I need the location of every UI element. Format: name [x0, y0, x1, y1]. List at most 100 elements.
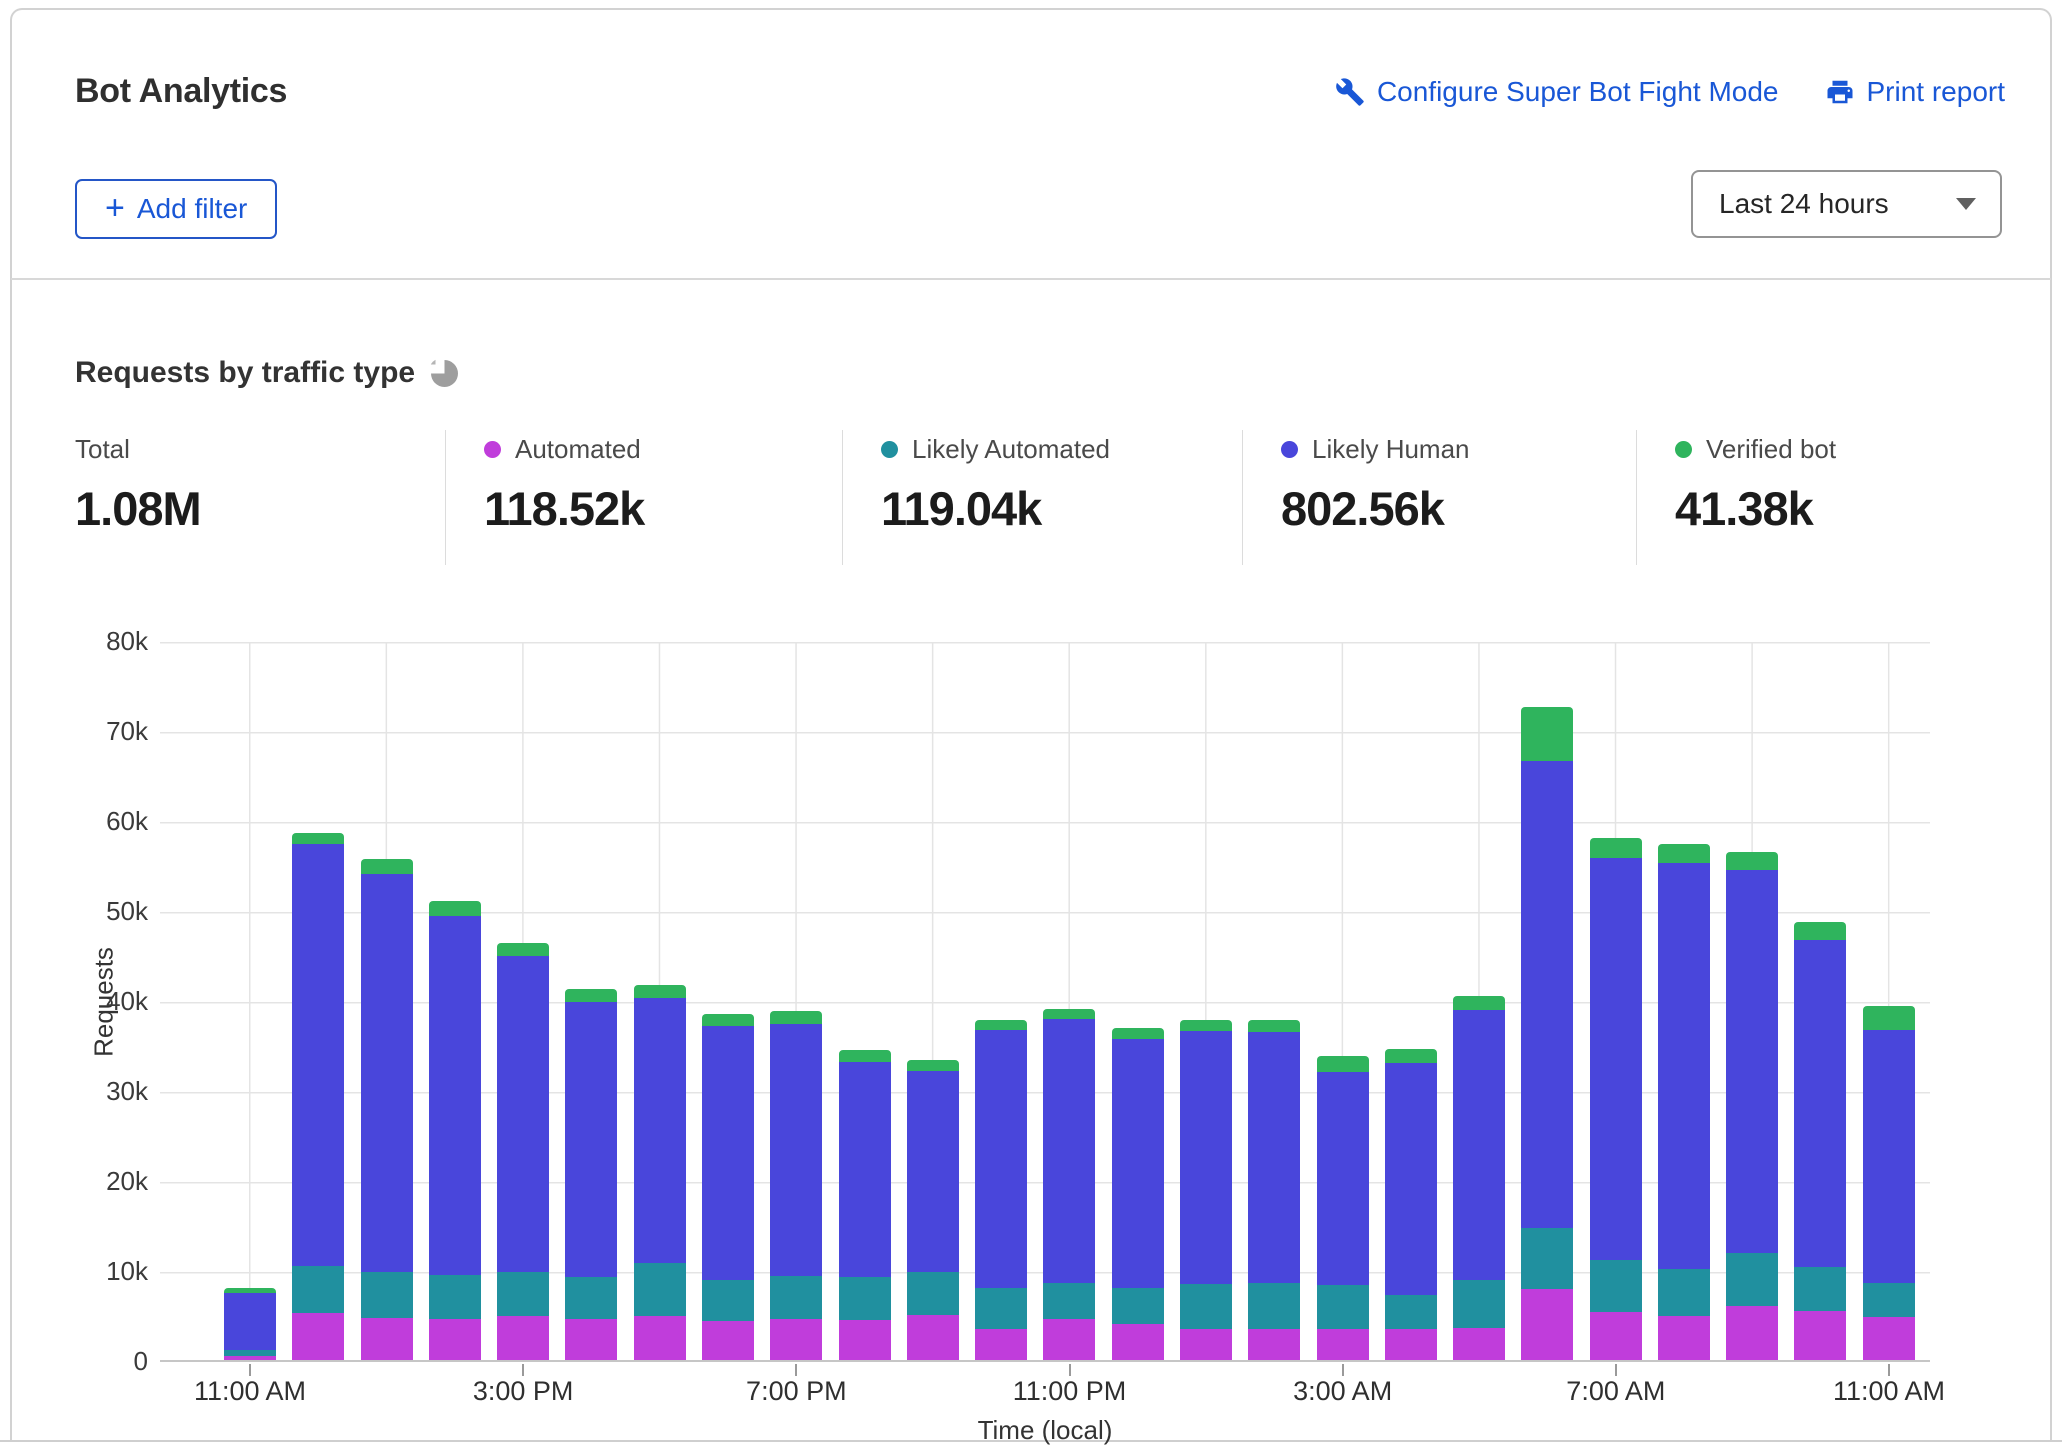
y-tick-label: 30k: [0, 1076, 148, 1107]
bar-segment-likely-automated: [1726, 1253, 1778, 1306]
bar-segment-likely-automated: [907, 1272, 959, 1315]
bar-series-container: [160, 642, 1930, 1360]
stat-likely-automated-value: 119.04k: [881, 481, 1222, 536]
section-title-row: Requests by traffic type: [75, 356, 458, 390]
time-range-dropdown[interactable]: Last 24 hours: [1691, 170, 2002, 238]
bar-segment-likely-human: [565, 1002, 617, 1277]
chart-plot-area: [160, 642, 1930, 1362]
bar-stack: [839, 642, 891, 1360]
bar-stack: [1112, 642, 1164, 1360]
bar-stack: [907, 642, 959, 1360]
stat-likely-automated-label: Likely Automated: [912, 434, 1110, 465]
bar-stack: [1521, 642, 1573, 1360]
bar-segment-verified-bot: [565, 989, 617, 1002]
bar-stack: [497, 642, 549, 1360]
bar-stack: [770, 642, 822, 1360]
bar-segment-likely-automated: [1658, 1269, 1710, 1316]
x-axis-title: Time (local): [978, 1415, 1113, 1446]
bar-segment-verified-bot: [1248, 1020, 1300, 1032]
x-tick-label: 3:00 PM: [473, 1376, 574, 1407]
likely-automated-legend-dot: [881, 441, 898, 458]
wrench-icon: [1335, 77, 1365, 107]
bar-segment-automated: [907, 1315, 959, 1360]
x-tick-label: 7:00 PM: [746, 1376, 847, 1407]
bar-stack: [702, 642, 754, 1360]
bar-segment-automated: [839, 1320, 891, 1361]
y-tick-label: 70k: [0, 716, 148, 747]
bar-segment-automated: [429, 1319, 481, 1360]
add-filter-button[interactable]: + Add filter: [75, 179, 277, 239]
bar-stack: [1248, 642, 1300, 1360]
bar-segment-verified-bot: [1453, 996, 1505, 1010]
x-axis-tick: [249, 1364, 251, 1376]
stat-automated: Automated 118.52k: [445, 430, 842, 565]
bar-segment-automated: [1043, 1319, 1095, 1360]
bar-segment-verified-bot: [429, 901, 481, 916]
likely-human-legend-dot: [1281, 441, 1298, 458]
stat-automated-label: Automated: [515, 434, 641, 465]
bot-analytics-page: Bot Analytics Configure Super Bot Fight …: [0, 0, 2062, 1450]
automated-legend-dot: [484, 441, 501, 458]
y-tick-label: 40k: [0, 986, 148, 1017]
bar-stack: [292, 642, 344, 1360]
bar-segment-likely-human: [702, 1026, 754, 1280]
configure-super-bot-fight-mode-link[interactable]: Configure Super Bot Fight Mode: [1335, 76, 1779, 108]
x-tick-label: 7:00 AM: [1566, 1376, 1665, 1407]
stat-automated-value: 118.52k: [484, 481, 822, 536]
bar-segment-verified-bot: [1794, 922, 1846, 940]
bar-segment-likely-human: [1794, 940, 1846, 1268]
time-range-value: Last 24 hours: [1719, 188, 1889, 220]
bar-segment-likely-human: [1726, 870, 1778, 1253]
bar-segment-likely-automated: [361, 1272, 413, 1318]
chevron-down-icon: [1956, 198, 1976, 210]
bar-segment-likely-automated: [565, 1277, 617, 1318]
bar-segment-likely-human: [839, 1062, 891, 1277]
bar-segment-automated: [1726, 1306, 1778, 1360]
bar-stack: [975, 642, 1027, 1360]
bar-segment-likely-automated: [1863, 1283, 1915, 1317]
stat-likely-human-label: Likely Human: [1312, 434, 1470, 465]
bar-stack: [1863, 642, 1915, 1360]
bar-segment-verified-bot: [361, 859, 413, 874]
bar-segment-verified-bot: [292, 833, 344, 845]
bar-segment-likely-automated: [1248, 1283, 1300, 1329]
bar-segment-automated: [1180, 1329, 1232, 1360]
bar-segment-verified-bot: [702, 1014, 754, 1027]
bar-stack: [634, 642, 686, 1360]
y-tick-label: 10k: [0, 1256, 148, 1287]
bar-segment-automated: [634, 1316, 686, 1360]
y-tick-label: 20k: [0, 1166, 148, 1197]
x-axis-tick: [1888, 1364, 1890, 1376]
print-link-label: Print report: [1867, 76, 2006, 108]
page-title: Bot Analytics: [75, 72, 287, 111]
bar-segment-likely-automated: [1180, 1284, 1232, 1329]
pie-chart-icon: [431, 360, 458, 387]
stat-verified-bot-value: 41.38k: [1675, 481, 1946, 536]
bar-stack: [1726, 642, 1778, 1360]
y-tick-label: 50k: [0, 896, 148, 927]
x-axis-tick: [795, 1364, 797, 1376]
header-links: Configure Super Bot Fight Mode Print rep…: [1335, 76, 2005, 108]
x-tick-label: 11:00 AM: [194, 1376, 306, 1407]
bar-segment-likely-automated: [702, 1280, 754, 1321]
bar-segment-likely-automated: [292, 1266, 344, 1314]
stat-total-value: 1.08M: [75, 481, 425, 536]
bar-segment-automated: [975, 1329, 1027, 1361]
bar-segment-likely-automated: [975, 1288, 1027, 1329]
bar-segment-verified-bot: [1043, 1009, 1095, 1019]
add-filter-label: Add filter: [137, 193, 248, 225]
stat-total: Total 1.08M: [75, 430, 445, 565]
bar-segment-automated: [565, 1319, 617, 1360]
bar-segment-verified-bot: [1521, 707, 1573, 761]
bar-segment-likely-automated: [1590, 1260, 1642, 1312]
bar-segment-automated: [224, 1356, 276, 1361]
bar-stack: [1590, 642, 1642, 1360]
y-tick-label: 0: [0, 1346, 148, 1377]
bar-segment-automated: [292, 1313, 344, 1360]
bar-segment-likely-human: [1521, 761, 1573, 1228]
bar-segment-automated: [702, 1321, 754, 1360]
bar-segment-likely-human: [975, 1030, 1027, 1288]
print-report-link[interactable]: Print report: [1825, 76, 2006, 108]
bar-segment-automated: [770, 1319, 822, 1360]
x-axis-tick: [1342, 1364, 1344, 1376]
